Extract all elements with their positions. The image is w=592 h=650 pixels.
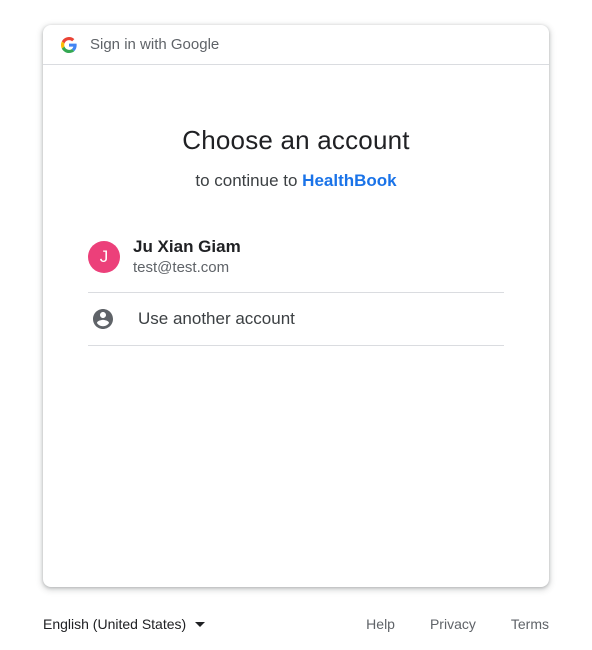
avatar: J (88, 240, 120, 273)
account-list: J Ju Xian Giam test@test.com Use another… (88, 221, 504, 346)
account-item[interactable]: J Ju Xian Giam test@test.com (88, 221, 504, 293)
footer: English (United States) Help Privacy Ter… (43, 612, 549, 636)
caret-down-icon (195, 621, 206, 627)
privacy-link[interactable]: Privacy (430, 616, 476, 632)
subtitle: to continue to HealthBook (43, 171, 549, 191)
footer-links: Help Privacy Terms (331, 616, 549, 632)
google-logo-icon (61, 36, 77, 53)
app-name-link[interactable]: HealthBook (302, 171, 396, 190)
account-circle-icon (93, 309, 113, 329)
page-title: Choose an account (182, 125, 410, 155)
language-label: English (United States) (43, 616, 187, 632)
account-email: test@test.com (133, 258, 230, 276)
terms-link[interactable]: Terms (511, 616, 549, 632)
header-label: Sign in with Google (90, 36, 220, 53)
use-another-account-button[interactable]: Use another account (88, 293, 504, 346)
account-name: Ju Xian Giam (133, 236, 241, 256)
help-link[interactable]: Help (366, 616, 395, 632)
subtitle-prefix: to continue to (195, 171, 303, 190)
card-header: Sign in with Google (43, 25, 549, 65)
language-select[interactable]: English (United States) (43, 616, 206, 632)
sign-in-card: Sign in with Google Choose an account to… (43, 25, 549, 587)
use-another-account-label: Use another account (138, 309, 295, 328)
account-text: Ju Xian Giam test@test.com (133, 236, 241, 278)
